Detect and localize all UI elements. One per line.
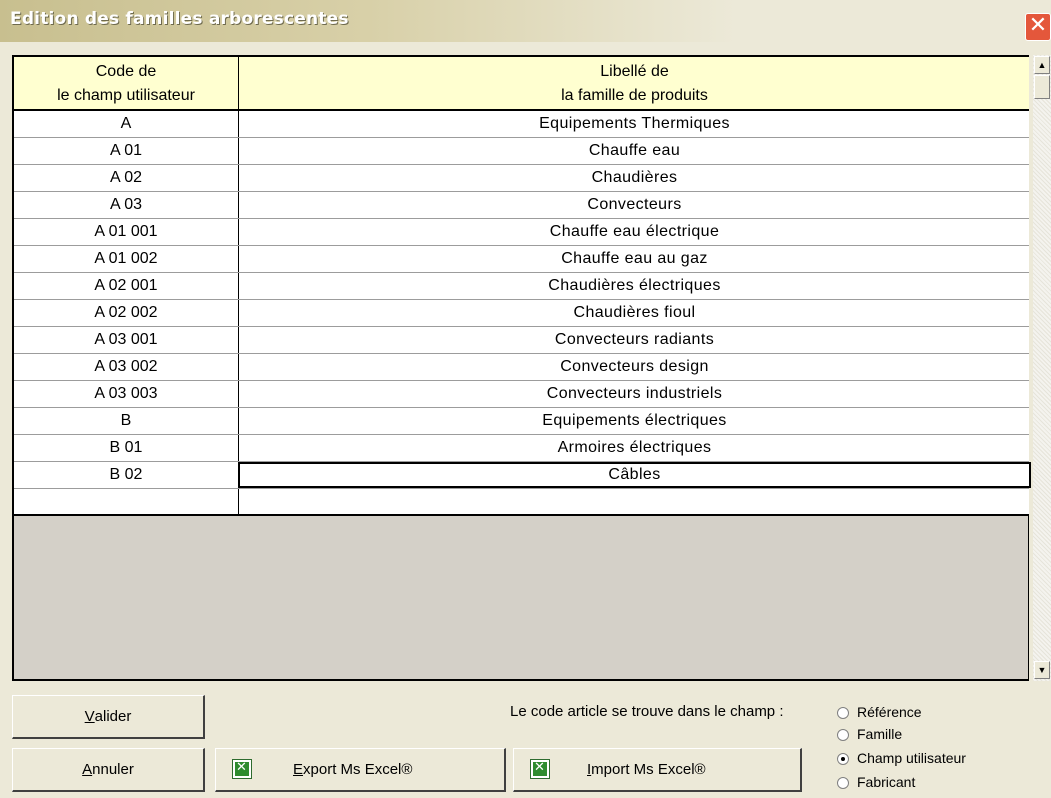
import-label: Import Ms Excel® [587,749,706,790]
table-row[interactable]: B 01 Armoires électriques [14,435,1029,462]
excel-icon [530,759,550,779]
code-location-label: Le code article se trouve dans le champ … [510,703,784,720]
import-excel-button[interactable]: Import Ms Excel® [513,748,802,792]
code-cell[interactable]: A 03 002 [14,354,239,380]
table-row[interactable]: A 01 Chauffe eau [14,138,1029,165]
mnemonic: A [82,761,93,778]
export-excel-button[interactable]: Export Ms Excel® [215,748,506,792]
column-header-code[interactable]: Code de le champ utilisateur [14,57,239,109]
libelle-cell[interactable]: Chaudières électriques [240,273,1029,299]
libelle-cell[interactable]: Equipements électriques [240,408,1029,434]
radio-label: Famille [857,726,903,742]
code-cell[interactable]: A 01 [14,138,239,164]
code-cell[interactable]: A 01 002 [14,246,239,272]
table-row[interactable]: A 01 001 Chauffe eau électrique [14,219,1029,246]
annuler-button[interactable]: Annuler [12,748,205,792]
scroll-thumb[interactable] [1034,75,1050,99]
libelle-cell[interactable]: Convecteurs design [240,354,1029,380]
export-label: Export Ms Excel® [293,749,412,790]
column-header-libelle[interactable]: Libellé de la famille de produits [240,57,1029,109]
label-rest: nnuler [92,761,134,778]
table-row[interactable]: A 03 003 Convecteurs industriels [14,381,1029,408]
code-cell[interactable]: A 02 [14,165,239,191]
code-cell[interactable]: A 02 001 [14,273,239,299]
code-cell[interactable]: B 02 [14,462,239,488]
grid-header: Code de le champ utilisateur Libellé de … [14,57,1029,111]
libelle-cell[interactable]: Convecteurs radiants [240,327,1029,353]
code-cell[interactable]: A 02 002 [14,300,239,326]
grid-rows: A Equipements Thermiques A 01 Chauffe eau A … [14,111,1031,516]
libelle-cell[interactable]: Convecteurs [240,192,1029,218]
valider-label: Valider [13,696,203,737]
libelle-cell[interactable]: Chauffe eau au gaz [240,246,1029,272]
libelle-cell[interactable]: Equipements Thermiques [240,111,1029,137]
column-header-line: Libellé de [600,63,669,80]
table-row[interactable]: A 03 Convecteurs [14,192,1029,219]
table-row[interactable]: A 02 001 Chaudières électriques [14,273,1029,300]
close-icon: ✕ [1028,13,1048,38]
radio-label: Fabricant [857,774,916,790]
libelle-cell[interactable]: Chauffe eau [240,138,1029,164]
families-grid: Code de le champ utilisateur Libellé de … [12,55,1031,681]
mnemonic: V [84,708,95,725]
libelle-cell[interactable]: Armoires électriques [240,435,1029,461]
table-row[interactable]: A 03 002 Convecteurs design [14,354,1029,381]
title-bar: Edition des familles arborescentes ✕ [0,0,1051,42]
valider-button[interactable]: Valider [12,695,205,739]
code-cell[interactable] [14,489,239,515]
code-cell[interactable]: A 03 003 [14,381,239,407]
annuler-label: Annuler [13,749,203,790]
code-cell[interactable]: A [14,111,239,137]
table-row[interactable]: B 02 Câbles [14,462,1031,489]
column-header-line: le champ utilisateur [57,87,195,104]
table-row[interactable]: A 01 002 Chauffe eau au gaz [14,246,1029,273]
code-cell[interactable]: B 01 [14,435,239,461]
radio-dot[interactable] [837,753,849,765]
libelle-cell[interactable] [240,489,1029,515]
code-cell[interactable]: A 03 [14,192,239,218]
radio-label: Champ utilisateur [857,750,966,766]
scroll-up-button[interactable]: ▲ [1034,56,1050,74]
table-row[interactable]: A 03 001 Convecteurs radiants [14,327,1029,354]
radio-dot[interactable] [837,777,849,789]
code-cell[interactable]: B [14,408,239,434]
table-row[interactable]: B Equipements électriques [14,408,1029,435]
libelle-cell[interactable]: Chauffe eau électrique [240,219,1029,245]
label-rest: alider [94,708,132,725]
label-rest: xport Ms Excel® [303,761,413,778]
column-header-line: Code de [95,63,157,80]
arrow-down-icon: ▼ [1037,665,1047,675]
mnemonic: E [293,761,304,778]
window-title: Edition des familles arborescentes [10,9,349,29]
table-row[interactable]: A Equipements Thermiques [14,111,1029,138]
code-cell[interactable]: A 01 001 [14,219,239,245]
arrow-up-icon: ▲ [1037,60,1047,70]
radio-label: Référence [857,704,922,720]
column-header-line: la famille de produits [561,87,708,104]
libelle-cell[interactable]: Chaudières [240,165,1029,191]
scroll-down-button[interactable]: ▼ [1034,661,1050,679]
table-row[interactable] [14,489,1029,516]
close-button[interactable]: ✕ [1025,13,1051,41]
radio-dot[interactable] [837,729,849,741]
radio-dot[interactable] [837,707,849,719]
code-cell[interactable]: A 03 001 [14,327,239,353]
libelle-cell[interactable]: Chaudières fioul [240,300,1029,326]
libelle-cell[interactable]: Câbles [238,462,1031,488]
vertical-scrollbar[interactable]: ▲ ▼ [1033,55,1051,681]
excel-icon [232,759,252,779]
table-row[interactable]: A 02 002 Chaudières fioul [14,300,1029,327]
label-rest: mport Ms Excel® [591,761,706,778]
table-row[interactable]: A 02 Chaudières [14,165,1029,192]
libelle-cell[interactable]: Convecteurs industriels [240,381,1029,407]
